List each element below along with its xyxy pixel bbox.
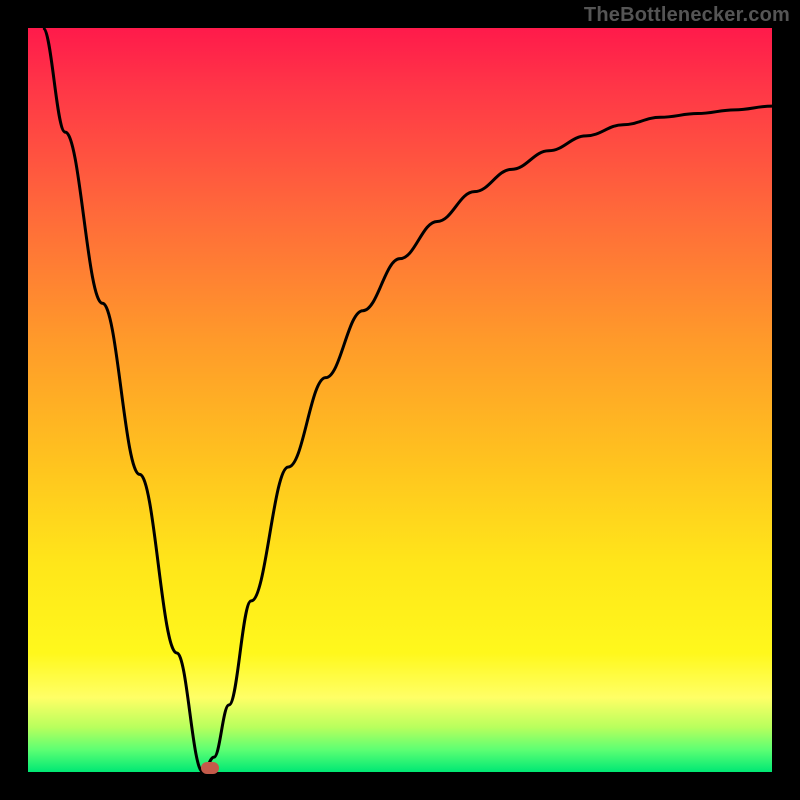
attribution-text: TheBottlenecker.com — [584, 4, 790, 27]
bottleneck-marker — [201, 762, 219, 774]
plot-area — [28, 28, 772, 772]
chart-frame: TheBottlenecker.com — [0, 0, 800, 800]
gradient-background — [28, 28, 772, 772]
